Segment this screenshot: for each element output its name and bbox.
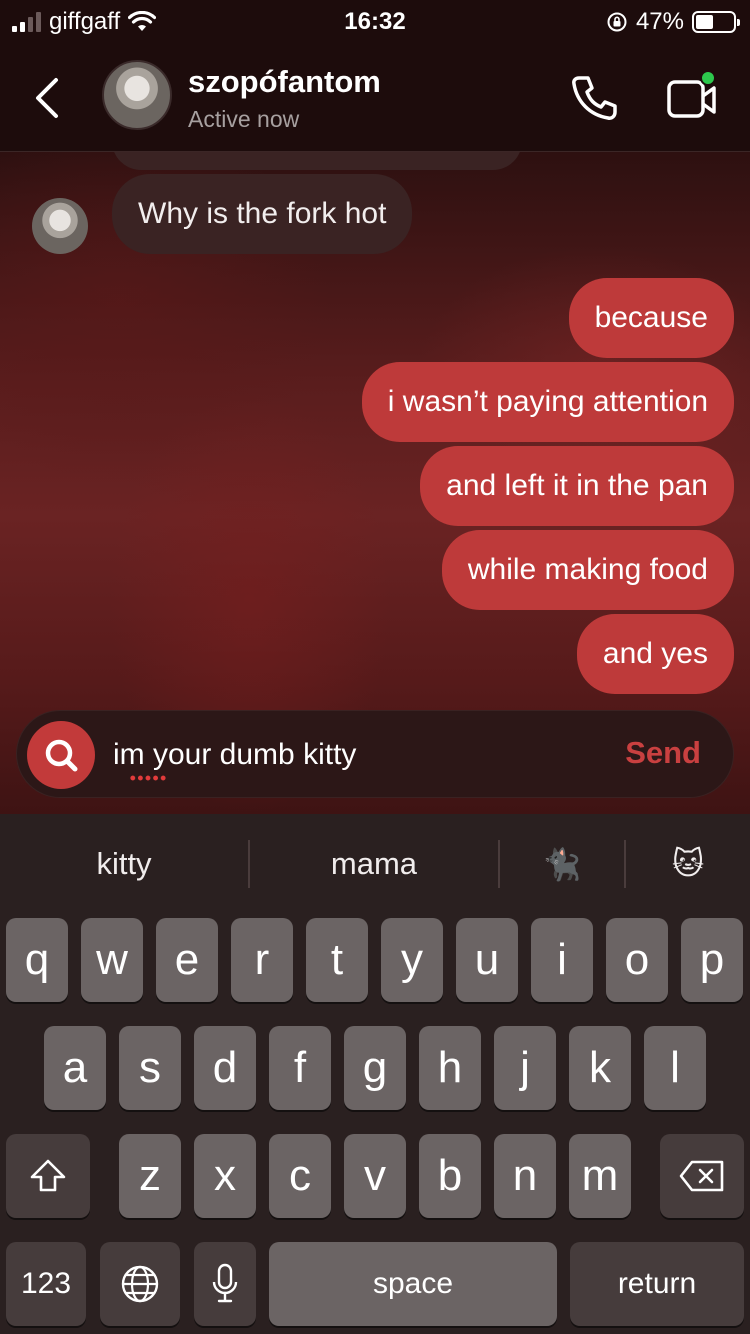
search-icon [45,739,78,772]
globe-key[interactable] [100,1242,180,1326]
key-b[interactable]: b [419,1134,481,1218]
key-t[interactable]: t [306,918,368,1002]
space-key[interactable]: space [269,1242,557,1326]
message-text: and yes [602,637,708,670]
key-q[interactable]: q [6,918,68,1002]
message-bubble-sent[interactable]: and left it in the pan [420,446,734,526]
delete-key[interactable] [660,1134,744,1218]
key-m[interactable]: m [569,1134,631,1218]
keyboard: kitty mama 🐈‍⬛ 🐱 q w e r t y u i o p a s… [0,814,750,1334]
key-h[interactable]: h [419,1026,481,1110]
key-c[interactable]: c [269,1134,331,1218]
message-bubble-received[interactable]: Why is the fork hot [112,174,413,254]
battery-icon [692,11,740,33]
globe-icon [121,1265,159,1303]
search-button[interactable] [27,721,95,789]
key-r[interactable]: r [231,918,293,1002]
previous-message-bubble[interactable] [112,152,522,170]
key-x[interactable]: x [194,1134,256,1218]
key-y[interactable]: y [381,918,443,1002]
contact-name[interactable]: szopófantom [188,64,381,100]
suggestion-kitty[interactable]: kitty [0,838,248,890]
key-a[interactable]: a [44,1026,106,1110]
message-bubble-sent[interactable]: because [568,278,734,358]
message-text: i wasn’t paying attention [387,385,708,418]
key-d[interactable]: d [194,1026,256,1110]
predictive-bar: kitty mama 🐈‍⬛ 🐱 [0,814,750,914]
message-bubble-sent[interactable]: i wasn’t paying attention [361,362,734,442]
message-text: because [594,301,708,334]
status-right: 47% [606,8,740,36]
shift-icon [30,1159,66,1192]
dictation-key[interactable] [194,1242,256,1326]
message-text: while making food [467,553,708,586]
chevron-left-icon [36,78,58,118]
suggestion-black-cat-emoji[interactable]: 🐈‍⬛ [500,838,624,890]
message-bubble-sent[interactable]: and yes [576,614,734,694]
suggestion-cat-face-emoji[interactable]: 🐱 [626,838,750,890]
key-l[interactable]: l [644,1026,706,1110]
key-i[interactable]: i [531,918,593,1002]
microphone-icon [212,1263,238,1303]
backspace-icon [679,1160,724,1192]
key-f[interactable]: f [269,1026,331,1110]
message-input[interactable] [113,733,593,777]
key-n[interactable]: n [494,1134,556,1218]
audio-call-button[interactable] [568,72,620,124]
back-button[interactable] [28,74,68,122]
contact-avatar[interactable] [102,60,172,130]
numbers-key[interactable]: 123 [6,1242,86,1326]
battery-percent: 47% [635,8,684,35]
key-k[interactable]: k [569,1026,631,1110]
key-s[interactable]: s [119,1026,181,1110]
message-composer: Send [16,710,734,798]
orientation-lock-icon [607,12,627,32]
message-text: and left it in the pan [446,469,708,502]
key-g[interactable]: g [344,1026,406,1110]
conversation-header: szopófantom Active now [0,44,750,152]
sender-avatar[interactable] [32,198,88,254]
status-bar: giffgaff 16:32 47% [0,0,750,44]
key-w[interactable]: w [81,918,143,1002]
shift-key[interactable] [6,1134,90,1218]
key-j[interactable]: j [494,1026,556,1110]
send-button[interactable]: Send [625,735,701,771]
key-p[interactable]: p [681,918,743,1002]
key-v[interactable]: v [344,1134,406,1218]
key-u[interactable]: u [456,918,518,1002]
message-text: Why is the fork hot [138,197,387,230]
key-e[interactable]: e [156,918,218,1002]
return-key[interactable]: return [570,1242,744,1326]
message-bubble-sent[interactable]: while making food [441,530,734,610]
key-o[interactable]: o [606,918,668,1002]
suggestion-mama[interactable]: mama [250,838,498,890]
key-z[interactable]: z [119,1134,181,1218]
contact-status: Active now [188,106,300,132]
spellcheck-underline [129,775,167,781]
video-call-button[interactable] [664,70,720,126]
phone-icon [572,76,617,120]
online-indicator [700,70,716,86]
